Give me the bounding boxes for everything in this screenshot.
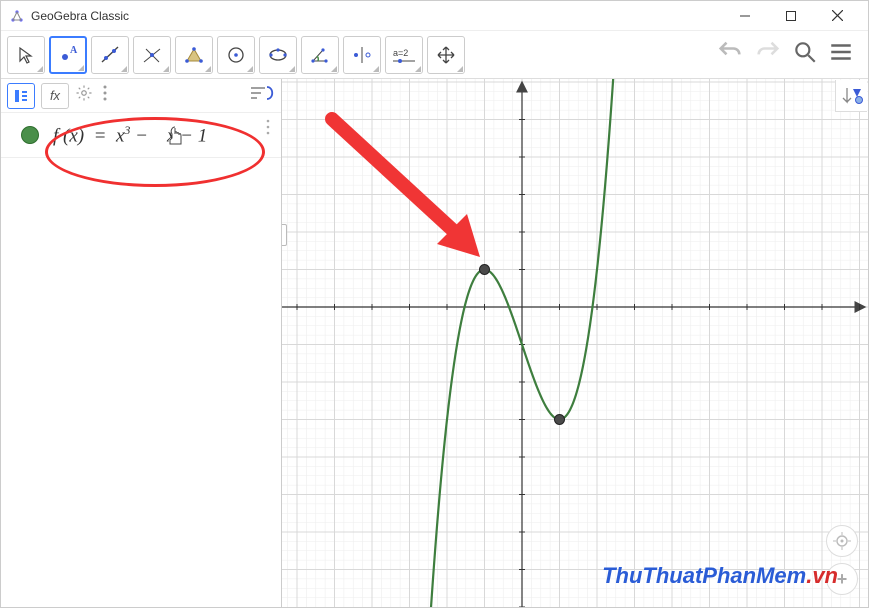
app-logo-icon [9,8,25,24]
sort-icon[interactable] [249,84,275,107]
window-title: GeoGebra Classic [31,9,722,23]
expression-text[interactable]: f (x) = x3 − x − 1 [53,123,207,147]
row-kebab-icon[interactable] [263,119,273,140]
fx-button[interactable]: fx [41,83,69,109]
algebra-view: fx f (x) = x3 − x − 1 [1,79,282,607]
visibility-dot[interactable] [21,126,39,144]
line-tool-button[interactable] [91,36,129,74]
style-bar-toggle[interactable] [835,80,867,112]
settings-gear-icon[interactable] [75,84,93,107]
search-button[interactable] [792,39,818,70]
kebab-icon[interactable] [99,84,111,107]
title-bar: GeoGebra Classic [1,1,868,31]
splitter-handle[interactable] [282,224,287,246]
close-button[interactable] [814,1,860,31]
slider-tool-button[interactable]: a=2 [385,36,423,74]
transform-tool-button[interactable] [343,36,381,74]
point-tool-button[interactable]: A [49,36,87,74]
point-local-min[interactable] [555,415,565,425]
circle-tool-button[interactable] [217,36,255,74]
polygon-tool-button[interactable] [175,36,213,74]
minimize-button[interactable] [722,1,768,31]
algebra-toolbar: fx [1,79,281,113]
algebra-row[interactable]: f (x) = x3 − x − 1 [1,113,281,158]
main-toolbar: A a=2 [1,31,868,79]
move-tool-button[interactable] [7,36,45,74]
svg-text:A: A [70,45,78,56]
window-controls [722,1,860,31]
svg-text:a=2: a=2 [393,48,408,58]
zoom-in-button[interactable]: + [826,563,858,595]
recenter-button[interactable] [826,525,858,557]
undo-button[interactable] [716,38,744,71]
hamburger-menu-button[interactable] [828,39,854,70]
algebra-list-toggle[interactable] [7,83,35,109]
graphics-view[interactable]: + ThuThuatPhanMem.vn [282,79,868,607]
maximize-button[interactable] [768,1,814,31]
graph-canvas[interactable] [282,79,868,607]
conic-tool-button[interactable] [259,36,297,74]
perp-line-tool-button[interactable] [133,36,171,74]
point-local-max[interactable] [480,265,490,275]
angle-tool-button[interactable] [301,36,339,74]
move-graphic-tool-button[interactable] [427,36,465,74]
redo-button[interactable] [754,38,782,71]
